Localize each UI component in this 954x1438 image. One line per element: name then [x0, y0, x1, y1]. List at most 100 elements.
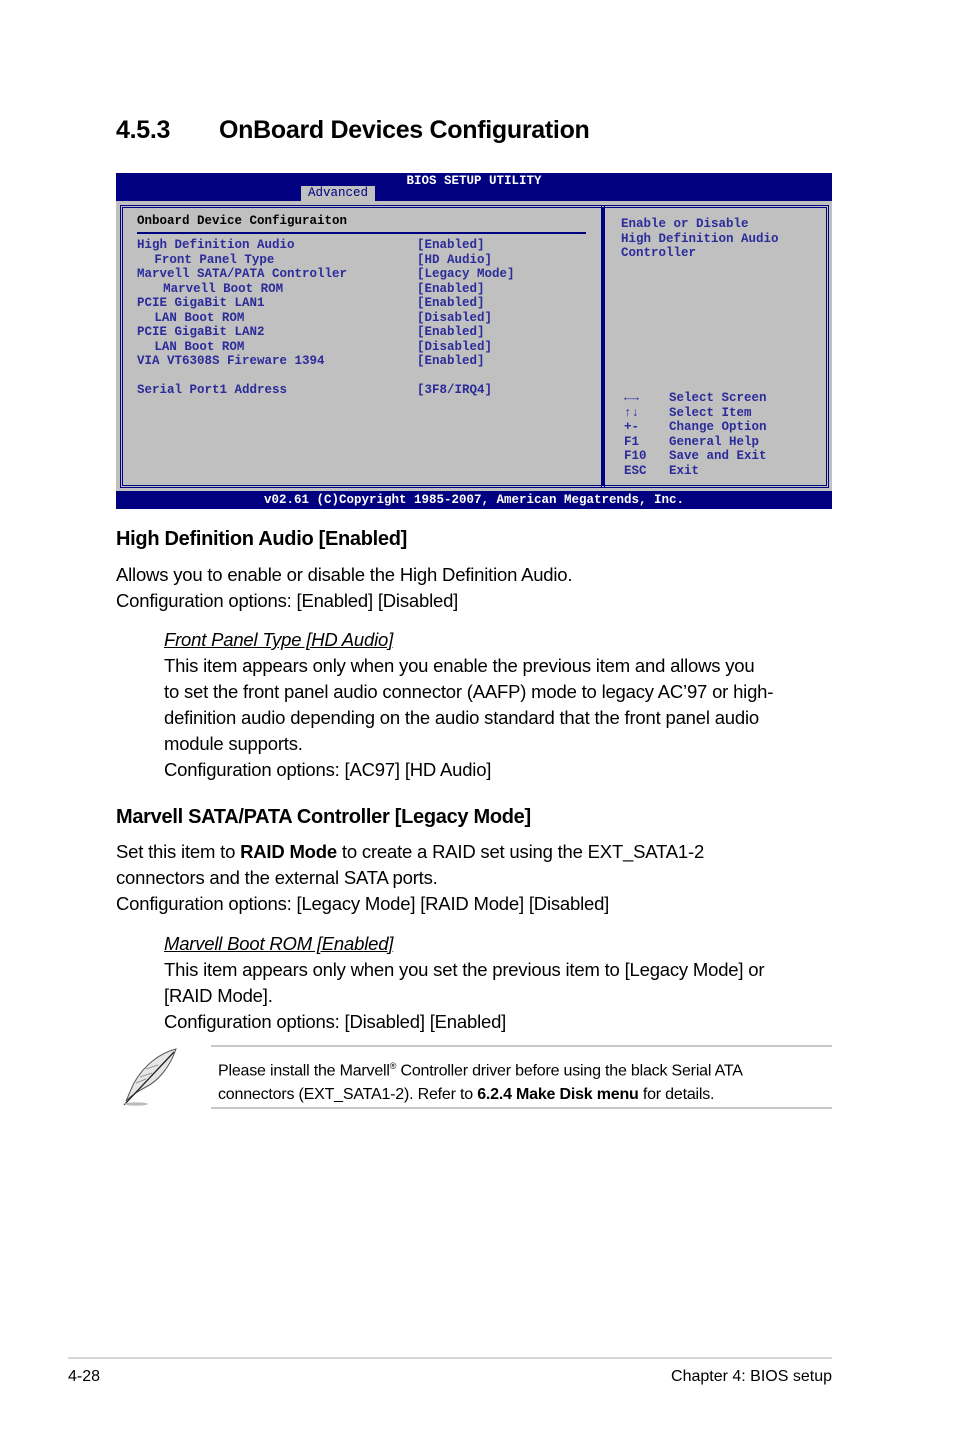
front-panel-title: Front Panel Type [HD Audio]	[164, 629, 394, 650]
menu-item-label: Marvell SATA/PATA Controller	[137, 267, 348, 281]
bios-help-panel: Enable or Disable High Definition Audio Co…	[601, 205, 829, 488]
hda-description: Allows you to enable or disable the High…	[116, 562, 573, 614]
text: Please install the Marvell	[218, 1062, 390, 1080]
menu-item-value[interactable]: [Disabled]	[417, 340, 492, 355]
feather-quill-icon	[123, 1048, 177, 1106]
key-description: Select Item	[669, 405, 752, 420]
bios-body: Onboard Device Configuraiton High Defini…	[116, 201, 832, 491]
front-panel-line: Configuration options: [AC97] [HD Audio]	[164, 759, 492, 780]
menu-item-value[interactable]: [Enabled]	[417, 354, 485, 369]
menu-item[interactable]: PCIE GigaBit LAN2 [Enabled]	[137, 325, 597, 340]
key-label: F1	[624, 434, 640, 449]
key-legend: ←→ Select Screen ↑↓ Select Item +- Change Opt…	[624, 391, 824, 478]
text: for details.	[638, 1086, 715, 1104]
marvell-boot-rom-section: Marvell Boot ROM [Enabled] This item app…	[164, 931, 765, 1035]
bios-footer: v02.61 (C)Copyright 1985-2007, American …	[263, 493, 685, 507]
text: Set this item to	[116, 841, 241, 862]
menu-spacer	[137, 369, 597, 384]
key-legend-row: +- Change Option	[624, 420, 824, 435]
key-description: General Help	[669, 434, 760, 449]
menu-item[interactable]: Serial Port1 Address [3F8/IRQ4]	[137, 383, 597, 398]
hda-heading: High Definition Audio [Enabled]	[116, 528, 408, 550]
hda-line: Configuration options: [Enabled] [Disabl…	[116, 590, 459, 611]
text: connectors (EXT_SATA1-2). Refer to	[218, 1086, 478, 1104]
bios-title: BIOS SETUP UTILITY	[406, 174, 542, 188]
note-text: Please install the Marvell® Controller d…	[218, 1054, 743, 1107]
key-legend-row: F10 Save and Exit	[624, 449, 824, 464]
marvell-line: Set this item to RAID Mode to create a R…	[116, 839, 704, 865]
menu-list: High Definition Audio [Enabled] Front Pane…	[137, 238, 597, 398]
key-description: Exit	[669, 463, 700, 478]
menu-item-label: Marvell Boot ROM	[163, 281, 284, 296]
menu-item-value[interactable]: [Enabled]	[417, 238, 485, 253]
help-line: High Definition Audio	[621, 231, 779, 246]
menu-item[interactable]: PCIE GigaBit LAN1 [Enabled]	[137, 296, 597, 311]
help-text: Enable or Disable High Definition Audio Co…	[621, 217, 779, 261]
marvell-boot-rom-title: Marvell Boot ROM [Enabled]	[164, 933, 394, 954]
bios-menu-panel: Onboard Device Configuraiton High Defini…	[120, 205, 605, 488]
menu-item-value[interactable]: [HD Audio]	[417, 253, 492, 268]
menu-item-value[interactable]: [Enabled]	[417, 325, 485, 340]
menu-item-label: PCIE GigaBit LAN2	[137, 325, 265, 339]
marvell-heading: Marvell SATA/PATA Controller [Legacy Mod…	[116, 806, 531, 828]
boot-rom-line: Configuration options: [Disabled] [Enabl…	[164, 1011, 507, 1032]
help-line: Controller	[621, 246, 697, 260]
boot-rom-line: [RAID Mode].	[164, 985, 273, 1006]
boot-rom-line: This item appears only when you set the …	[164, 959, 765, 980]
menu-item-label: LAN Boot ROM	[154, 339, 245, 354]
menu-item[interactable]: High Definition Audio [Enabled]	[137, 238, 597, 253]
note-line: connectors (EXT_SATA1-2). Refer to 6.2.4…	[218, 1083, 743, 1107]
key-label: F10	[624, 449, 647, 463]
key-description: Select Screen	[669, 391, 767, 405]
menu-item-value[interactable]: [Enabled]	[417, 282, 485, 297]
front-panel-line: module supports.	[164, 733, 303, 754]
menu-item-value[interactable]: [Legacy Mode]	[417, 267, 515, 282]
bios-screen: BIOS SETUP UTILITY Advanced Onboard Devi…	[116, 173, 832, 509]
menu-item-label: High Definition Audio	[137, 238, 295, 252]
key-legend-row: ←→ Select Screen	[624, 391, 824, 406]
menu-item-label: LAN Boot ROM	[154, 310, 245, 325]
page-number: 4-28	[68, 1368, 101, 1385]
menu-item-label: PCIE GigaBit LAN1	[137, 296, 265, 310]
menu-item-value[interactable]: [Enabled]	[417, 296, 485, 311]
menu-divider	[137, 232, 586, 234]
key-label: ESC	[624, 463, 647, 478]
text: to create a RAID set using the EXT_SATA1…	[336, 841, 705, 862]
help-line: Enable or Disable	[621, 217, 749, 231]
make-disk-reference[interactable]: 6.2.4 Make Disk menu	[477, 1086, 639, 1103]
menu-item-label: Serial Port1 Address	[137, 383, 288, 397]
menu-item-value[interactable]: [3F8/IRQ4]	[417, 383, 492, 398]
menu-item-value[interactable]: [Disabled]	[417, 311, 492, 326]
marvell-line: connectors and the external SATA ports.	[116, 867, 438, 888]
key-description: Save and Exit	[669, 449, 767, 463]
key-legend-row: F1 General Help	[624, 435, 824, 450]
menu-item[interactable]: VIA VT6308S Fireware 1394 [Enabled]	[137, 354, 597, 369]
raid-mode-emphasis: RAID Mode	[240, 841, 337, 862]
menu-item[interactable]: Marvell Boot ROM [Enabled]	[137, 282, 597, 297]
front-panel-line: This item appears only when you enable t…	[164, 655, 755, 676]
note-top-rule	[211, 1045, 832, 1047]
menu-item[interactable]: LAN Boot ROM [Disabled]	[137, 311, 597, 326]
section-title: 4.5.3 OnBoard Devices Configuration	[116, 116, 590, 145]
key-description: Change Option	[669, 420, 767, 434]
menu-item[interactable]: Marvell SATA/PATA Controller [Legacy Mode…	[137, 267, 597, 282]
menu-heading: Onboard Device Configuraiton	[137, 214, 348, 228]
front-panel-section: Front Panel Type [HD Audio] This item ap…	[164, 627, 773, 783]
note-line: Please install the Marvell® Controller d…	[218, 1054, 743, 1083]
menu-item-label: Front Panel Type	[154, 252, 275, 267]
note-bottom-rule	[211, 1107, 832, 1109]
menu-item[interactable]: Front Panel Type [HD Audio]	[137, 253, 597, 268]
section-heading: OnBoard Devices Configuration	[219, 116, 590, 144]
tab-advanced[interactable]: Advanced	[301, 186, 375, 201]
menu-item[interactable]: LAN Boot ROM [Disabled]	[137, 340, 597, 355]
footer-divider	[68, 1357, 832, 1359]
front-panel-line: to set the front panel audio connector (…	[164, 681, 774, 702]
key-label: +-	[624, 420, 640, 434]
marvell-line: Configuration options: [Legacy Mode] [RA…	[116, 893, 610, 914]
hda-line: Allows you to enable or disable the High…	[116, 564, 573, 585]
menu-item-label: VIA VT6308S Fireware 1394	[137, 354, 325, 368]
up-down-arrows-icon: ↑↓	[624, 405, 640, 420]
section-number: 4.5.3	[116, 116, 171, 144]
note-box: Please install the Marvell® Controller d…	[116, 1045, 832, 1110]
key-legend-row: ESC Exit	[624, 464, 824, 479]
